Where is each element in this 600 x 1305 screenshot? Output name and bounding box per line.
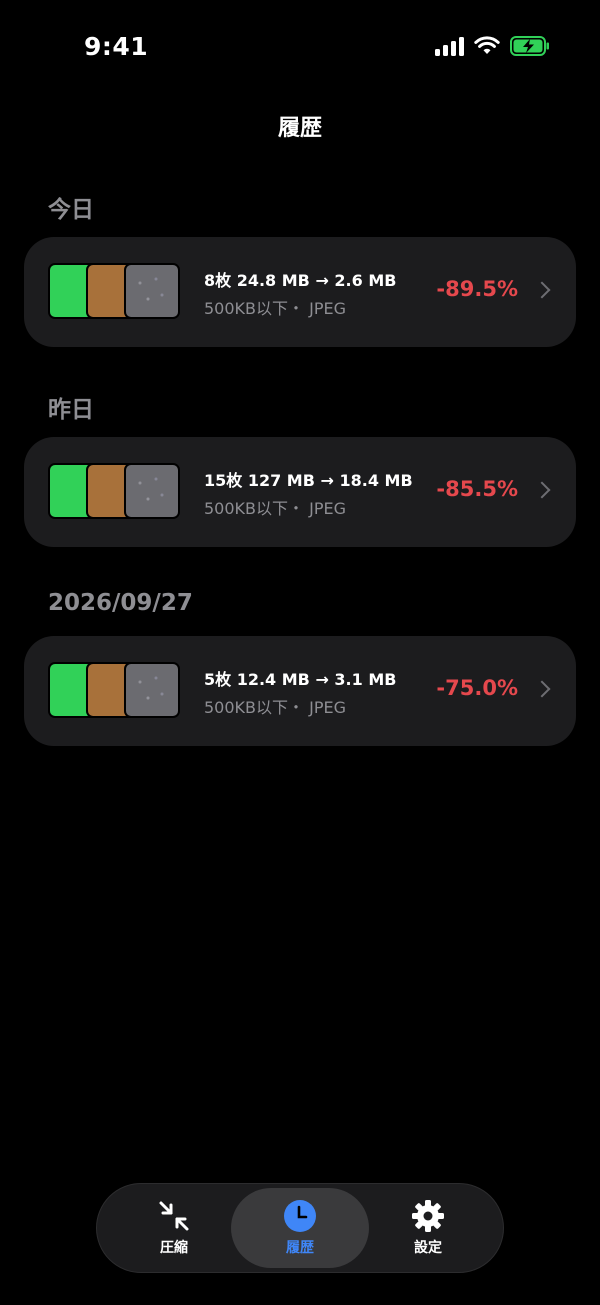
tab-label: 圧縮 [160,1240,188,1256]
tab-label: 履歴 [286,1240,314,1256]
entry-detail: 500KB以下・ JPEG [204,698,346,717]
thumbnail-image [124,263,180,319]
section-header-yesterday: 昨日 [48,397,94,423]
entry-detail: 500KB以下・ JPEG [204,299,346,318]
reduction-percent: -89.5% [436,277,518,301]
section-header-date: 2026/09/27 [48,590,193,616]
thumbnail-stack [48,463,186,521]
page-title: 履歴 [277,116,322,141]
thumbnail-stack [48,662,186,720]
status-time: 9:41 [84,32,149,61]
entry-summary: 15枚 127 MB → 18.4 MB [204,471,413,490]
reduction-percent: -85.5% [436,477,518,501]
tab-label: 設定 [414,1240,442,1256]
compress-icon [159,1201,189,1231]
history-entry-card[interactable]: 8枚 24.8 MB → 2.6 MB 500KB以下・ JPEG -89.5% [24,237,576,347]
clock-icon [284,1200,316,1232]
gear-icon [412,1200,444,1232]
tab-history[interactable]: 履歴 [231,1188,369,1268]
history-entry-card[interactable]: 15枚 127 MB → 18.4 MB 500KB以下・ JPEG -85.5… [24,437,576,547]
cellular-signal-icon [435,36,464,56]
entry-detail: 500KB以下・ JPEG [204,499,346,518]
tab-compress[interactable]: 圧縮 [105,1188,243,1268]
battery-charging-icon [510,36,549,56]
entry-summary: 8枚 24.8 MB → 2.6 MB [204,271,397,290]
history-entry-card[interactable]: 5枚 12.4 MB → 3.1 MB 500KB以下・ JPEG -75.0% [24,636,576,746]
thumbnail-image [124,662,180,718]
reduction-percent: -75.0% [436,676,518,700]
chevron-right-icon [533,680,551,698]
thumbnail-stack [48,263,186,321]
thumbnail-image [124,463,180,519]
entry-summary: 5枚 12.4 MB → 3.1 MB [204,670,397,689]
history-screen: 9:41 履歴 今日 8枚 24.8 MB → 2.6 MB 500KB以下・ … [0,0,600,1305]
tab-bar: 圧縮 履歴 設定 [96,1183,504,1273]
status-icons [435,36,550,56]
wifi-icon [474,36,500,54]
chevron-right-icon [533,281,551,299]
chevron-right-icon [533,481,551,499]
section-header-today: 今日 [48,197,94,223]
tab-settings[interactable]: 設定 [359,1188,497,1268]
status-bar: 9:41 [0,0,600,90]
